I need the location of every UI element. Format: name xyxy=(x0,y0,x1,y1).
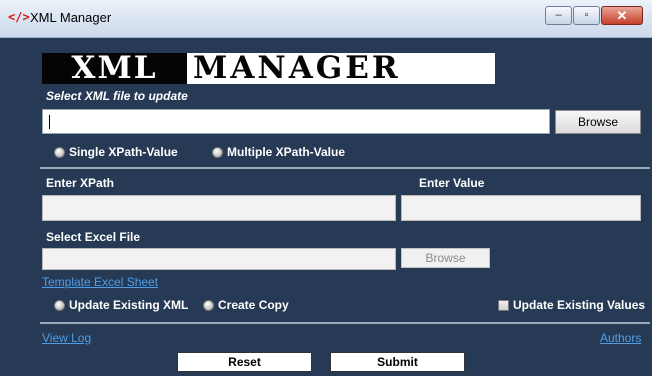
update-existing-values-checkbox[interactable] xyxy=(498,300,509,311)
update-existing-values-label: Update Existing Values xyxy=(513,298,646,312)
minimize-icon: – xyxy=(555,9,562,21)
excel-file-input[interactable] xyxy=(42,248,396,270)
xml-code-icon: </> xyxy=(8,10,30,24)
window-title: XML Manager xyxy=(30,10,112,25)
view-log-link[interactable]: View Log xyxy=(42,331,91,345)
template-excel-sheet-link[interactable]: Template Excel Sheet xyxy=(42,275,158,289)
xpath-input[interactable] xyxy=(42,195,396,221)
select-xml-label: Select XML file to update xyxy=(46,89,188,103)
xml-manager-window: </> XML Manager – ▫ ✕ XML MANAGER Select… xyxy=(0,0,652,376)
value-input[interactable] xyxy=(401,195,641,221)
divider-top xyxy=(40,167,650,169)
xml-manager-banner: XML MANAGER xyxy=(42,53,495,84)
select-excel-label: Select Excel File xyxy=(46,230,141,244)
title-bar: </> XML Manager – ▫ ✕ xyxy=(0,0,652,38)
browse-xml-button[interactable]: Browse xyxy=(555,110,641,134)
submit-button[interactable]: Submit xyxy=(330,352,465,372)
reset-button[interactable]: Reset xyxy=(177,352,312,372)
minimize-button[interactable]: – xyxy=(545,6,572,25)
divider-bottom xyxy=(40,322,650,324)
update-existing-xml-radio[interactable] xyxy=(54,300,65,311)
create-copy-label: Create Copy xyxy=(218,298,289,312)
maximize-button[interactable]: ▫ xyxy=(573,6,600,25)
multiple-xpath-radio[interactable] xyxy=(212,147,223,158)
single-xpath-radio[interactable] xyxy=(54,147,65,158)
banner-manager-text: MANAGER xyxy=(193,50,401,86)
banner-xml-text: XML xyxy=(42,53,187,84)
close-button[interactable]: ✕ xyxy=(601,6,643,25)
browse-excel-button[interactable]: Browse xyxy=(401,248,490,268)
text-caret xyxy=(49,115,50,129)
enter-value-label: Enter Value xyxy=(419,176,485,190)
xml-file-path-input[interactable] xyxy=(42,109,550,134)
authors-link[interactable]: Authors xyxy=(600,331,641,345)
close-icon: ✕ xyxy=(616,8,628,23)
update-existing-xml-label: Update Existing XML xyxy=(69,298,189,312)
maximize-icon: ▫ xyxy=(584,9,589,21)
create-copy-radio[interactable] xyxy=(203,300,214,311)
enter-xpath-label: Enter XPath xyxy=(46,176,115,190)
multiple-xpath-label: Multiple XPath-Value xyxy=(227,145,346,159)
single-xpath-label: Single XPath-Value xyxy=(69,145,178,159)
